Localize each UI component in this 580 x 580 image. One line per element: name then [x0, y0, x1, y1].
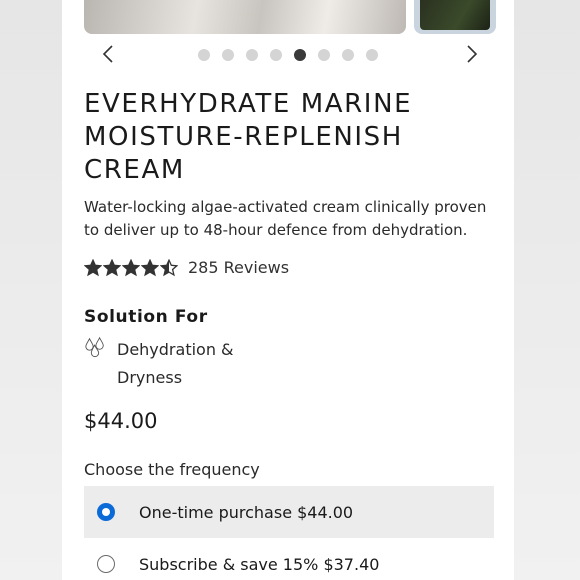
- gallery-dot[interactable]: [342, 49, 354, 61]
- radio-subscribe[interactable]: [97, 555, 115, 573]
- star-full-icon: [103, 258, 121, 276]
- gallery-dot[interactable]: [198, 49, 210, 61]
- product-price: $44.00: [84, 409, 158, 433]
- reviews-link[interactable]: 285 Reviews: [188, 258, 289, 277]
- star-full-icon: [84, 258, 102, 276]
- gallery-dot[interactable]: [270, 49, 282, 61]
- star-rating: [84, 258, 178, 277]
- gallery-dot[interactable]: [246, 49, 258, 61]
- background-left: [0, 0, 62, 580]
- option-one-time[interactable]: One-time purchase $44.00: [84, 486, 494, 538]
- background-right: [514, 0, 580, 580]
- star-half-icon: [160, 258, 178, 276]
- chevron-right-icon[interactable]: [462, 42, 482, 66]
- product-title: EVERHYDRATE MARINE MOISTURE-REPLENISH CR…: [84, 89, 413, 185]
- product-rating[interactable]: 285 Reviews: [84, 258, 289, 277]
- solution-heading: Solution For: [84, 307, 208, 327]
- radio-one-time[interactable]: [97, 503, 115, 521]
- chevron-left-icon[interactable]: [98, 42, 118, 66]
- gallery-dot[interactable]: [318, 49, 330, 61]
- gallery-dot[interactable]: [366, 49, 378, 61]
- option-label: Subscribe & save 15% $37.40: [139, 554, 380, 574]
- gallery-dot[interactable]: [294, 49, 306, 61]
- gallery-pagination: [198, 49, 378, 61]
- product-description: Water-locking algae-activated cream clin…: [84, 198, 487, 239]
- star-full-icon: [141, 258, 159, 276]
- frequency-label: Choose the frequency: [84, 460, 260, 479]
- gallery-dot[interactable]: [222, 49, 234, 61]
- product-image-next[interactable]: [414, 0, 496, 34]
- solution-label: Dehydration & Dryness: [117, 340, 234, 387]
- solution-item: Dehydration & Dryness: [84, 336, 277, 392]
- option-subscribe[interactable]: Subscribe & save 15% $37.40: [84, 538, 494, 580]
- water-drops-icon: [85, 336, 104, 358]
- star-full-icon: [122, 258, 140, 276]
- option-label: One-time purchase $44.00: [139, 502, 354, 522]
- product-card: EVERHYDRATE MARINE MOISTURE-REPLENISH CR…: [62, 0, 514, 580]
- product-image-main[interactable]: [84, 0, 406, 34]
